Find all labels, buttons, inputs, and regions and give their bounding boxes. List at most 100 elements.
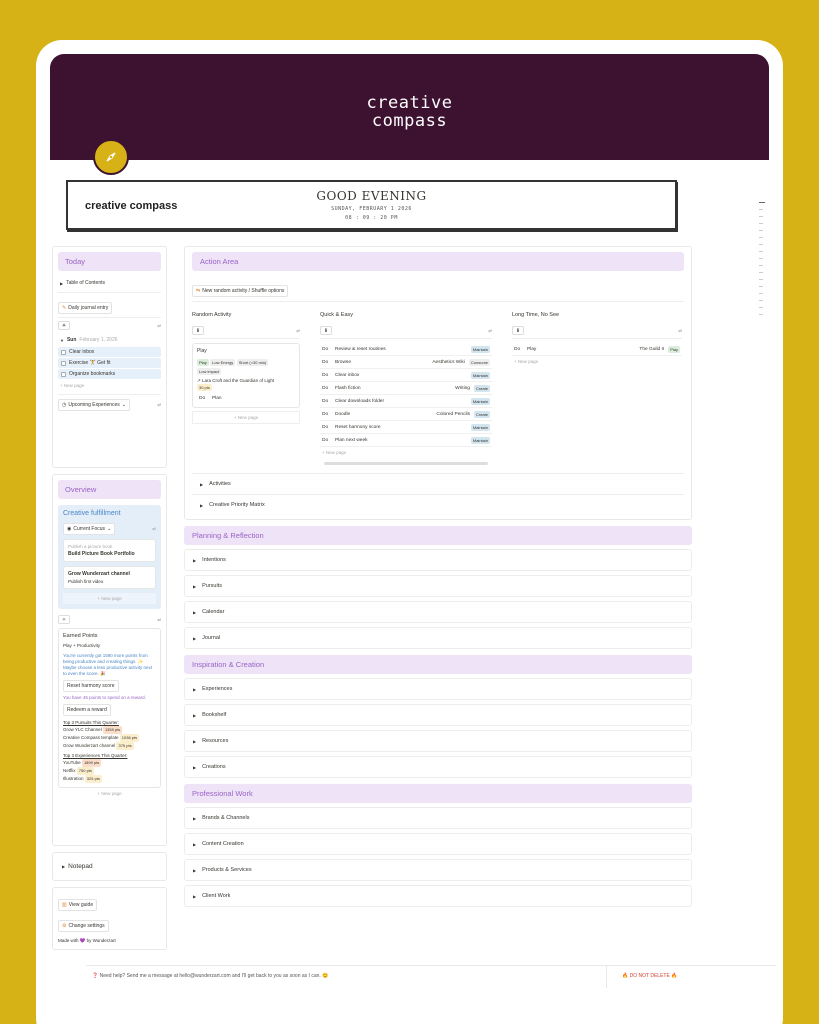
checkbox[interactable] xyxy=(61,349,66,355)
filter-icon[interactable]: ⇄ xyxy=(678,328,682,334)
section-toggle[interactable]: ▶ Experiences xyxy=(184,678,692,700)
redeem-reward-button[interactable]: Redeem a reward xyxy=(63,704,111,716)
notepad-toggle[interactable]: ▶ Notepad xyxy=(52,852,167,881)
tag: Play xyxy=(668,345,680,353)
sun-icon[interactable]: ☀ xyxy=(58,321,70,330)
new-page-button[interactable]: + New page xyxy=(320,447,492,458)
arrow-down-icon[interactable]: ⬇ xyxy=(320,326,332,335)
arrow-down-icon[interactable]: ⬇ xyxy=(512,326,524,335)
quick-easy-row[interactable]: Do Doodle Colored Pencils Create xyxy=(320,408,492,421)
task-label: Organize bookmarks xyxy=(69,371,116,377)
section-toggle[interactable]: ▶ Intentions xyxy=(184,549,692,571)
new-page-label: New page xyxy=(237,415,259,420)
horizontal-scrollbar[interactable] xyxy=(324,462,488,465)
focus-card-sub: Publish first video xyxy=(68,579,104,584)
tag: Create xyxy=(473,410,490,418)
checkbox[interactable] xyxy=(61,371,66,377)
new-page-button[interactable]: + New page xyxy=(63,593,156,604)
new-page-button[interactable]: + New page xyxy=(512,356,682,367)
points-message: You're currently got 1590 more points fr… xyxy=(63,653,153,676)
checkbox[interactable] xyxy=(61,360,66,366)
today-card: Today ▶ Table of Contents ✎ Daily journal … xyxy=(52,246,167,468)
upcoming-experiences-view[interactable]: ◷ Upcoming Experiences ⌄ xyxy=(58,399,130,411)
random-activity-card[interactable]: Play Play Low Energy Short (<30 min) Low… xyxy=(192,343,300,408)
outline-indicator[interactable] xyxy=(759,202,765,332)
quick-easy-row[interactable]: Do Clear inbox Maintain xyxy=(320,369,492,382)
do-row[interactable]: Do Plan xyxy=(197,393,295,403)
new-page-button[interactable]: + New page xyxy=(192,411,300,424)
section-toggle[interactable]: ▶ Journal xyxy=(184,627,692,649)
daily-journal-button[interactable]: ✎ Daily journal entry xyxy=(58,302,113,314)
reset-harmony-button[interactable]: Reset harmony score xyxy=(63,680,119,692)
triangle-right-icon: ▶ xyxy=(193,893,197,899)
new-page-button[interactable]: + New page xyxy=(58,788,161,799)
task-row[interactable]: Exercise 🏋️ Get fit xyxy=(58,358,161,368)
priority-matrix-toggle[interactable]: ▶ Creative Priority Matrix xyxy=(192,494,684,515)
current-focus-view[interactable]: ◉ Current Focus ⌄ xyxy=(63,523,116,535)
arrow-down-icon[interactable]: ⬇ xyxy=(192,326,204,335)
current-focus-label: Current Focus xyxy=(73,526,106,532)
section-toggle[interactable]: ▶ Pursuits xyxy=(184,575,692,597)
filter-icon[interactable]: ⇄ xyxy=(152,526,156,532)
task-row[interactable]: Clear inbox xyxy=(58,347,161,357)
long-time-title: Long Time, No See xyxy=(512,312,560,318)
section-toggle[interactable]: ▶ Resources xyxy=(184,730,692,752)
shuffle-button[interactable]: ⇆ New random activity / Shuffle options xyxy=(192,285,289,297)
focus-card-title: Grow Wunderzart channel xyxy=(68,571,130,577)
triangle-right-icon: ▶ xyxy=(193,583,197,589)
filter-icon[interactable]: ⇄ xyxy=(157,617,161,623)
do-name: Plan xyxy=(212,395,222,401)
upcoming-label: Upcoming Experiences xyxy=(68,402,120,408)
random-card-link[interactable]: ↗ Lara Croft and the Guardian of Light xyxy=(197,378,295,384)
quick-easy-row[interactable]: Do Plan next week Maintain xyxy=(320,434,492,447)
new-page-button[interactable]: + New page xyxy=(58,380,161,391)
toggle-label: Pursuits xyxy=(202,583,222,589)
filter-icon[interactable]: ⇄ xyxy=(157,323,161,329)
section-toggle[interactable]: ▶ Content Creation xyxy=(184,833,692,855)
quick-easy-row[interactable]: Do Browse Aesthetics Wiki Consume xyxy=(320,356,492,369)
toggle-label: Experiences xyxy=(202,686,233,692)
long-time-row[interactable]: Do Play The Guild II Play xyxy=(512,343,682,356)
section-toggle[interactable]: ▶ Brands & Channels xyxy=(184,807,692,829)
do-label: Do xyxy=(322,424,329,430)
section-toggle[interactable]: ▶ Bookshelf xyxy=(184,704,692,726)
toggle-label: Content Creation xyxy=(202,841,244,847)
filter-icon[interactable]: ⇄ xyxy=(296,328,300,334)
quick-easy-row[interactable]: Do Reset harmony score Maintain xyxy=(320,421,492,434)
focus-card[interactable]: Publish a picture book Build Picture Boo… xyxy=(63,539,156,562)
experience-row: YouTube 1899 pts xyxy=(63,759,156,767)
section-toggle[interactable]: ▶ Creations xyxy=(184,756,692,778)
tag: Maintain xyxy=(470,397,490,405)
notepad-label: Notepad xyxy=(68,863,93,870)
triangle-right-icon: ▶ xyxy=(200,481,204,487)
day-toggle[interactable]: ▼ Sun February 1, 2026 xyxy=(58,334,161,346)
view-guide-button[interactable]: ▥ View guide xyxy=(58,899,98,911)
tag: Maintain xyxy=(470,371,490,379)
focus-card[interactable]: Grow Wunderzart channel Publish first vi… xyxy=(63,566,156,589)
filter-icon[interactable]: ⇄ xyxy=(157,402,161,408)
pursuit-pts: 375 pts xyxy=(116,742,134,750)
pursuit-row: Grow YLC Channel 1359 pts xyxy=(63,726,156,734)
toc-toggle[interactable]: ▶ Table of Contents xyxy=(58,277,161,289)
quick-easy-row[interactable]: Do Flash fiction Writing Create xyxy=(320,382,492,395)
toggle-label: Resources xyxy=(202,738,229,744)
activities-toggle[interactable]: ▶ Activities xyxy=(192,473,684,494)
change-settings-button[interactable]: ⚙ Change settings xyxy=(58,920,109,932)
section-toggle[interactable]: ▶ Products & Services xyxy=(184,859,692,881)
do-name: Clear downloads folder xyxy=(335,398,385,404)
greeting-date: SUNDAY, FEBRUARY 1 2026 xyxy=(331,206,412,212)
filter-icon[interactable]: ⇄ xyxy=(488,328,492,334)
toggle-label: Creations xyxy=(202,764,226,770)
quick-easy-row[interactable]: Do Review & reset routines Maintain xyxy=(320,343,492,356)
section-toggle[interactable]: ▶ Calendar xyxy=(184,601,692,623)
task-row[interactable]: Organize bookmarks xyxy=(58,369,161,379)
earned-points-card[interactable]: Earned Points Play + Productivity You're… xyxy=(58,628,161,788)
triangle-right-icon: ▶ xyxy=(193,686,197,692)
tag: Consume xyxy=(468,358,490,366)
quick-easy-row[interactable]: Do Clear downloads folder Maintain xyxy=(320,395,492,408)
compass-icon[interactable] xyxy=(93,139,129,175)
random-card-title: Play xyxy=(197,348,207,354)
toggle-label: Brands & Channels xyxy=(202,815,250,821)
sparkle-icon[interactable]: ✧ xyxy=(58,615,70,624)
section-toggle[interactable]: ▶ Client Work xyxy=(184,885,692,907)
